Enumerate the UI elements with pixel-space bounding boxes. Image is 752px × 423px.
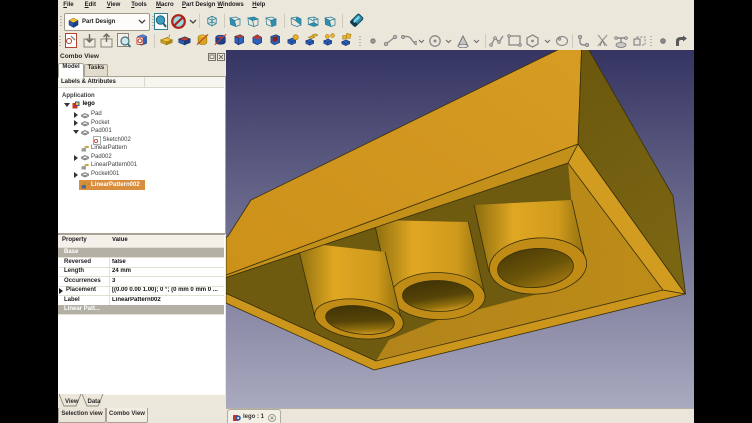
svg-text:View: View <box>65 399 79 405</box>
svg-text:Data: Data <box>88 399 102 405</box>
